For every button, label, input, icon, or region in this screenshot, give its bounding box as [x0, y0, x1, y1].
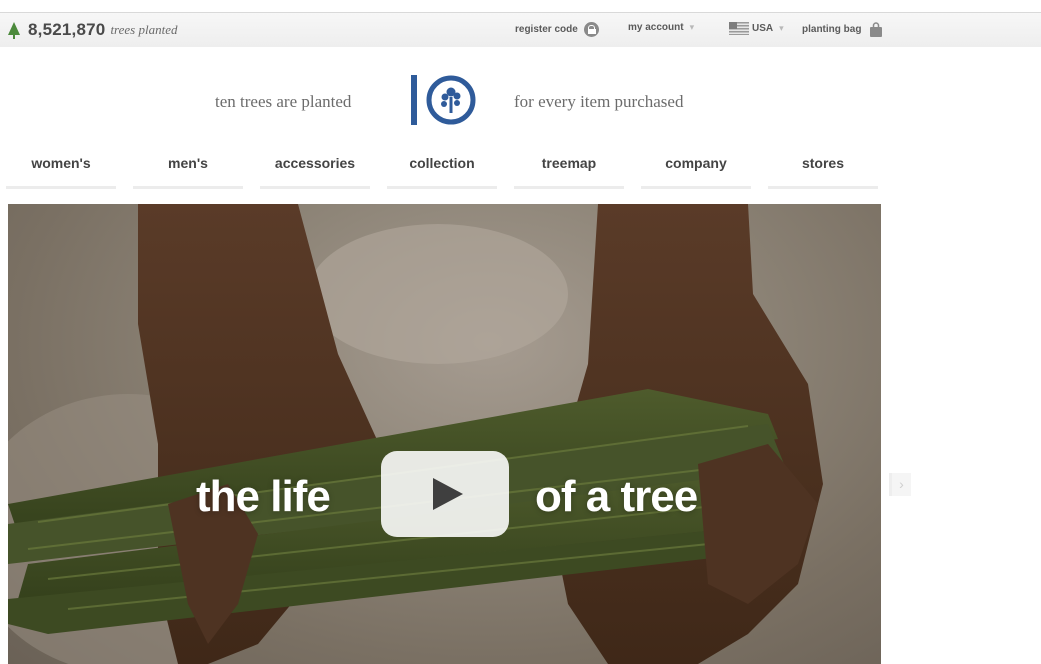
planting-bag-label: planting bag — [802, 24, 862, 35]
tentree-logo[interactable] — [409, 73, 479, 127]
top-bar: 8,521,870 trees planted register code my… — [0, 13, 1041, 47]
nav-stores[interactable]: stores — [768, 145, 878, 189]
chevron-right-icon[interactable]: › — [889, 473, 911, 496]
nav-men[interactable]: men's — [133, 145, 243, 189]
lock-icon — [583, 22, 599, 37]
nav-treemap[interactable]: treemap — [514, 145, 624, 189]
nav-women[interactable]: women's — [6, 145, 116, 189]
register-code-label: register code — [515, 24, 578, 35]
country-selector[interactable]: USA ▾ — [729, 22, 784, 35]
country-label: USA — [752, 23, 774, 34]
hero-image — [8, 204, 823, 664]
tree-count: 8,521,870 — [28, 20, 106, 39]
hero-title-right: of a tree — [535, 472, 698, 521]
tree-count-label: trees planted — [110, 22, 178, 37]
my-account-label: my account — [628, 22, 684, 33]
play-button[interactable] — [381, 451, 509, 537]
nav-company[interactable]: company — [641, 145, 751, 189]
nav-collection[interactable]: collection — [387, 145, 497, 189]
register-code-link[interactable]: register code — [515, 22, 599, 37]
my-account-dropdown[interactable]: my account ▾ — [628, 22, 694, 33]
nav-accessories[interactable]: accessories — [260, 145, 370, 189]
planting-bag-link[interactable]: planting bag — [802, 22, 883, 37]
play-icon — [433, 478, 463, 510]
shopping-bag-icon — [870, 22, 883, 37]
tagline-right: for every item purchased — [514, 92, 684, 111]
chevron-down-icon: ▾ — [689, 22, 695, 32]
tagline-left: ten trees are planted — [215, 92, 352, 111]
hero-video[interactable]: the life of a tree — [8, 204, 881, 664]
chevron-down-icon: ▾ — [779, 23, 784, 33]
tree-icon — [8, 21, 20, 39]
hero-title-left: the life — [196, 472, 331, 521]
us-flag-icon — [729, 22, 749, 35]
tree-counter: 8,521,870 trees planted — [8, 20, 177, 40]
